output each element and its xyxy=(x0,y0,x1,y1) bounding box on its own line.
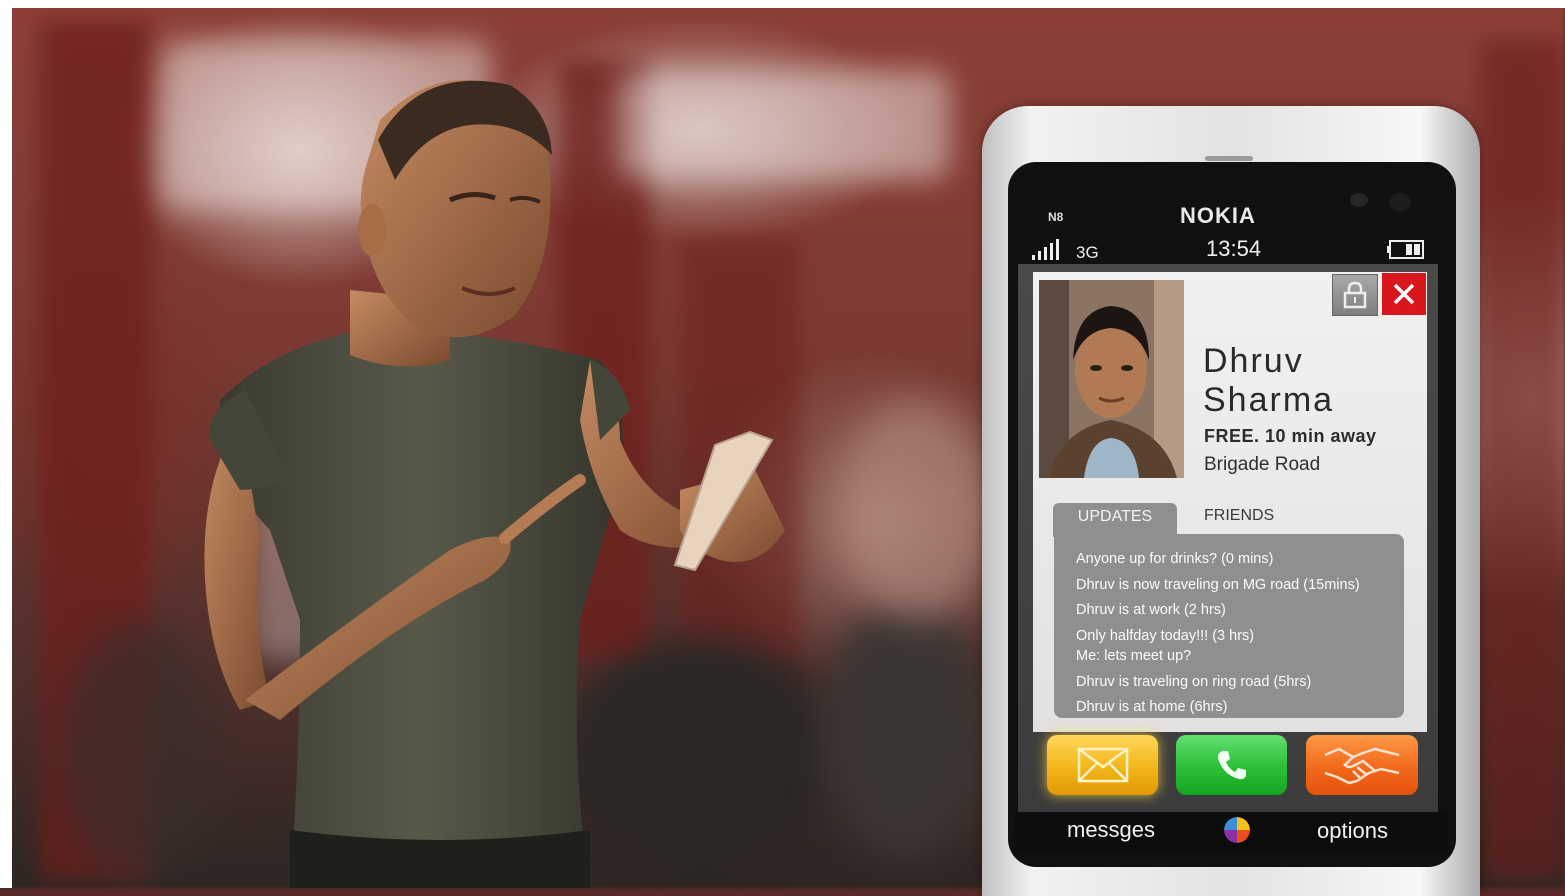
call-button[interactable] xyxy=(1176,735,1287,795)
update-item[interactable]: Dhruv is traveling on ring road (5hrs) xyxy=(1076,674,1311,690)
lock-button[interactable] xyxy=(1332,274,1378,316)
status-time: 13:54 xyxy=(1206,236,1262,261)
phone-earpiece xyxy=(1205,156,1253,161)
tab-friends[interactable]: FRIENDS xyxy=(1204,507,1274,525)
update-item[interactable]: Dhruv is now traveling on MG road (15min… xyxy=(1076,577,1360,593)
close-button[interactable] xyxy=(1382,273,1426,315)
tab-updates[interactable]: UPDATES xyxy=(1053,503,1177,537)
front-camera xyxy=(1389,193,1411,211)
message-button[interactable] xyxy=(1047,735,1158,795)
animated-man-figure xyxy=(204,80,785,888)
signal-strength-icon xyxy=(1032,239,1059,260)
contact-availability: FREE. 10 min away xyxy=(1204,426,1377,446)
menu-key-icon[interactable] xyxy=(1224,817,1250,843)
envelope-icon xyxy=(1077,747,1128,783)
network-type: 3G xyxy=(1076,243,1099,262)
update-reply[interactable]: Me: lets meet up? xyxy=(1076,648,1191,664)
softkey-messages[interactable]: messges xyxy=(1067,817,1155,843)
contact-name: Dhruv Sharma xyxy=(1203,342,1334,420)
phone-model-label: N8 xyxy=(1048,210,1064,224)
contact-first-name: Dhruv xyxy=(1203,342,1304,380)
meet-button[interactable] xyxy=(1306,735,1418,795)
frame-top-border xyxy=(0,0,1565,8)
padlock-icon xyxy=(1343,281,1367,309)
update-item[interactable]: Dhruv is at home (6hrs) xyxy=(1076,699,1228,715)
softkey-options[interactable]: options xyxy=(1317,818,1388,844)
contact-location: Brigade Road xyxy=(1204,454,1321,475)
updates-feed: Anyone up for drinks? (0 mins) Dhruv is … xyxy=(1054,534,1404,718)
phone-brand-logo: NOKIA xyxy=(1180,203,1256,228)
update-item[interactable]: Anyone up for drinks? (0 mins) xyxy=(1076,551,1273,567)
light-sensor xyxy=(1350,193,1368,207)
battery-icon xyxy=(1387,240,1424,259)
contact-last-name: Sharma xyxy=(1203,381,1335,419)
contact-photo xyxy=(1039,280,1184,478)
close-icon xyxy=(1393,283,1415,305)
handshake-icon xyxy=(1324,747,1400,785)
update-item[interactable]: Dhruv is at work (2 hrs) xyxy=(1076,602,1226,618)
frame-left-border xyxy=(0,0,12,888)
phone-icon xyxy=(1217,751,1246,780)
update-item[interactable]: Only halfday today!!! (3 hrs) xyxy=(1076,628,1254,644)
